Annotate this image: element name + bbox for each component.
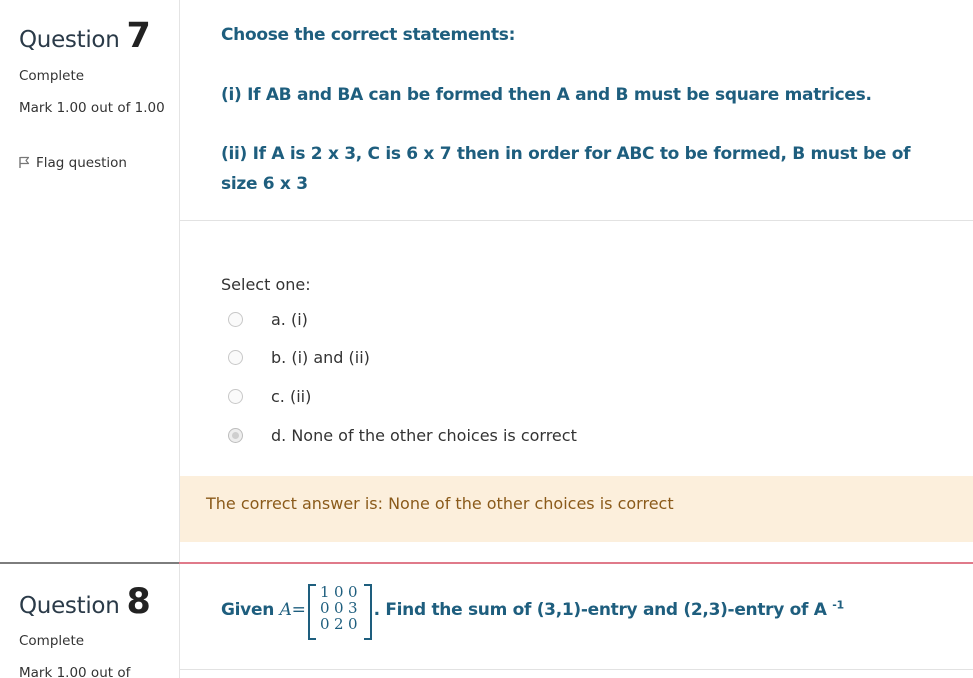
- question-number: Question 8: [19, 582, 151, 622]
- question-content: Choose the correct statements: (i) If AB…: [179, 0, 973, 562]
- radio-button[interactable]: [228, 350, 243, 365]
- question-content: Given A= 100 003 020 . Find the sum of (…: [179, 564, 973, 678]
- radio-button-selected[interactable]: [228, 428, 243, 443]
- question-number-value: 8: [126, 582, 151, 622]
- question-8: Question 8 Complete Mark 1.00 out of Giv…: [0, 564, 973, 678]
- matrix-row: 100: [319, 583, 358, 601]
- given-label: Given: [221, 600, 274, 620]
- math-equals: =: [291, 600, 306, 620]
- question-grade: Mark 1.00 out of: [19, 665, 131, 678]
- flag-question-link[interactable]: Flag question: [19, 155, 127, 171]
- separator: [180, 220, 973, 221]
- select-one-prompt: Select one:: [221, 275, 311, 294]
- question-info: Question 7 Complete Mark 1.00 out of 1.0…: [0, 0, 179, 562]
- question-state: Complete: [19, 633, 85, 649]
- statement-2: (ii) If A is 2 x 3, C is 6 x 7 then in o…: [221, 144, 911, 194]
- question-text: Given A= 100 003 020 . Find the sum of (…: [221, 582, 973, 640]
- matrix-right-bracket: [363, 584, 372, 640]
- question-text: Choose the correct statements:: [221, 25, 516, 45]
- question-info: Question 8 Complete Mark 1.00 out of: [0, 564, 179, 678]
- answer-option-label: c. (ii): [271, 387, 312, 406]
- question-state: Complete: [19, 68, 85, 84]
- flag-question-label: Flag question: [36, 155, 127, 171]
- matrix-table: 100 003 020: [318, 584, 360, 632]
- radio-button[interactable]: [228, 312, 243, 327]
- matrix-left-bracket: [307, 584, 316, 640]
- question-grade: Mark 1.00 out of 1.00: [19, 100, 165, 116]
- matrix: 100 003 020: [307, 582, 372, 640]
- question-number-value: 7: [126, 16, 151, 56]
- superscript: -1: [832, 598, 844, 612]
- correct-answer-feedback: The correct answer is: None of the other…: [180, 476, 973, 542]
- radio-button[interactable]: [228, 389, 243, 404]
- matrix-row: 003: [319, 599, 358, 617]
- question-text-rest: . Find the sum of (3,1)-entry and (2,3)-…: [373, 600, 827, 620]
- answer-option-label: b. (i) and (ii): [271, 348, 370, 367]
- statement-1: (i) If AB and BA can be formed then A an…: [221, 85, 872, 105]
- answer-option-label: a. (i): [271, 310, 308, 329]
- answer-option-label: d. None of the other choices is correct: [271, 426, 577, 445]
- flag-icon: [19, 156, 30, 168]
- math-variable: A: [279, 600, 292, 620]
- separator: [180, 669, 973, 670]
- matrix-row: 020: [319, 615, 358, 633]
- question-number: Question 7: [19, 16, 151, 56]
- question-7: Question 7 Complete Mark 1.00 out of 1.0…: [0, 0, 973, 562]
- feedback-text: The correct answer is: None of the other…: [206, 494, 674, 513]
